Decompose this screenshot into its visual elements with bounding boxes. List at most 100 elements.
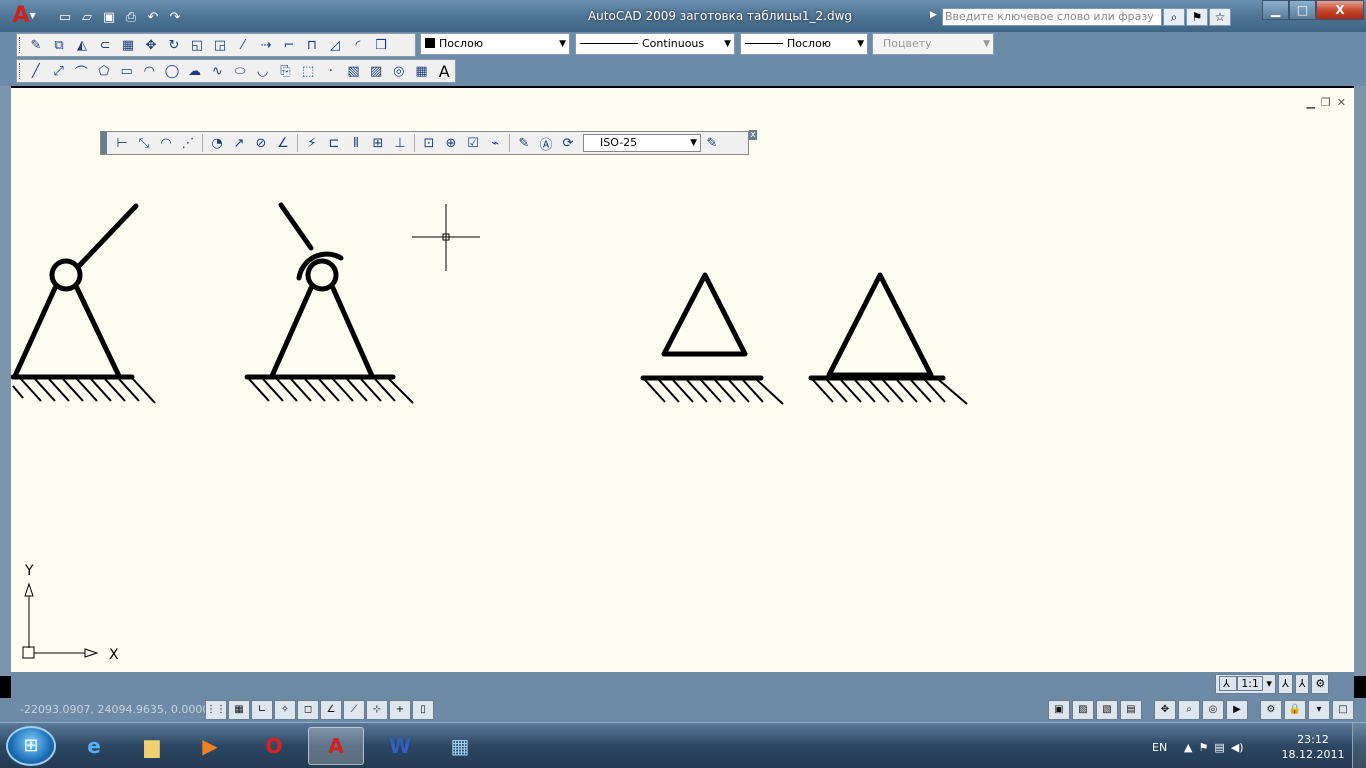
- stretch-icon[interactable]: ◲: [209, 35, 231, 55]
- close-button[interactable]: X: [1316, 0, 1364, 20]
- center-mark-icon[interactable]: ⊕: [440, 133, 462, 153]
- auto-scale-icon[interactable]: ⅄: [1294, 674, 1310, 694]
- layer-color-dropdown[interactable]: Послою ▼: [420, 33, 570, 55]
- xline-icon[interactable]: ⤢: [48, 61, 70, 81]
- explode-icon[interactable]: ❒: [370, 35, 392, 55]
- clean-screen-icon[interactable]: □: [1332, 700, 1354, 720]
- ie-taskbar-button[interactable]: e: [66, 727, 122, 765]
- line-icon[interactable]: ╱: [25, 61, 47, 81]
- clock[interactable]: 23:12 18.12.2011: [1280, 732, 1346, 762]
- inspection-icon[interactable]: ☑: [462, 133, 484, 153]
- continue-dim-icon[interactable]: ⫴: [345, 133, 367, 153]
- language-indicator[interactable]: EN: [1152, 741, 1167, 754]
- search-input[interactable]: Введите ключевое слово или фразу: [942, 8, 1162, 26]
- rectangle-icon[interactable]: ▭: [116, 61, 138, 81]
- baseline-dim-icon[interactable]: ⊏: [323, 133, 345, 153]
- network-icon[interactable]: ▤: [1214, 741, 1224, 754]
- ellipse-arc-icon[interactable]: ◡: [252, 61, 274, 81]
- arc-icon[interactable]: ◠: [138, 61, 160, 81]
- dim-space-icon[interactable]: ⊞: [367, 133, 389, 153]
- print-icon[interactable]: ⎙: [122, 10, 140, 26]
- arc-length-icon[interactable]: ◠: [155, 133, 177, 153]
- lwt-toggle[interactable]: +: [389, 700, 411, 720]
- radius-dim-icon[interactable]: ◔: [206, 133, 228, 153]
- diameter-dim-icon[interactable]: ⊘: [250, 133, 272, 153]
- application-menu-button[interactable]: A▼: [4, 4, 44, 30]
- make-block-icon[interactable]: ⬚: [297, 61, 319, 81]
- aligned-dim-icon[interactable]: ⤡: [133, 133, 155, 153]
- array-icon[interactable]: ▦: [117, 35, 139, 55]
- chamfer-icon[interactable]: ◿: [324, 35, 346, 55]
- show-desktop-button[interactable]: [1352, 723, 1366, 768]
- dim-update-icon[interactable]: ⟳: [557, 133, 579, 153]
- dimstyle-dropdown[interactable]: ISO-25 ▼: [583, 134, 701, 152]
- toolbar-grip[interactable]: [19, 37, 22, 53]
- fillet-icon[interactable]: ◜: [347, 35, 369, 55]
- plot-style-dropdown[interactable]: Поцвету ▼: [872, 33, 994, 55]
- search-icon[interactable]: ⌕: [1163, 8, 1185, 26]
- chevron-down-icon[interactable]: ▼: [857, 34, 864, 54]
- layout1-icon[interactable]: ▨: [1072, 700, 1094, 720]
- break-icon[interactable]: ⌐: [278, 35, 300, 55]
- spline-icon[interactable]: ∿: [207, 61, 229, 81]
- gradient-icon[interactable]: ▨: [365, 61, 387, 81]
- control-panel-taskbar-button[interactable]: ▦: [432, 727, 488, 765]
- otrack-toggle[interactable]: ∠: [320, 700, 342, 720]
- minimize-button[interactable]: ▁: [1262, 0, 1289, 20]
- erase-icon[interactable]: ✎: [25, 35, 47, 55]
- chevron-down-icon[interactable]: ▼: [690, 135, 697, 151]
- show-hidden-icons-icon[interactable]: ▲: [1184, 741, 1192, 754]
- model-icon[interactable]: ▣: [1048, 700, 1070, 720]
- linear-dim-icon[interactable]: ⊢: [111, 133, 133, 153]
- dim-text-edit-icon[interactable]: Ⓐ: [535, 133, 557, 153]
- showmotion-icon[interactable]: ▶: [1226, 700, 1248, 720]
- ortho-toggle[interactable]: ∟: [251, 700, 273, 720]
- extend-icon[interactable]: ⇢: [255, 35, 277, 55]
- communication-center-icon[interactable]: ⚑: [1186, 8, 1208, 26]
- new-icon[interactable]: ▭: [56, 10, 74, 26]
- media-player-taskbar-button[interactable]: ▶: [182, 727, 238, 765]
- word-taskbar-button[interactable]: W: [372, 727, 428, 765]
- insert-block-icon[interactable]: ⎘: [275, 61, 297, 81]
- osnap-toggle[interactable]: ◻: [297, 700, 319, 720]
- scale-icon[interactable]: ◱: [186, 35, 208, 55]
- ordinate-dim-icon[interactable]: ⋰: [177, 133, 199, 153]
- steering-wheel-icon[interactable]: ◎: [1202, 700, 1224, 720]
- jogged-dim-icon[interactable]: ↗: [228, 133, 250, 153]
- coordinates-readout[interactable]: -22093.0907, 24094.9635, 0.0000: [20, 703, 209, 716]
- table-icon[interactable]: ▦: [411, 61, 433, 81]
- dimstyle-manager-icon[interactable]: ✎: [701, 133, 723, 153]
- dim-edit-icon[interactable]: ✎: [513, 133, 535, 153]
- snap-toggle[interactable]: ⋮⋮: [205, 700, 227, 720]
- qp-toggle[interactable]: ▯: [412, 700, 434, 720]
- explorer-taskbar-button[interactable]: ▆: [124, 727, 180, 765]
- lineweight-dropdown[interactable]: Послою ▼: [740, 33, 868, 55]
- autocad-taskbar-button[interactable]: A: [308, 727, 364, 765]
- dyn-toggle[interactable]: ⊹: [366, 700, 388, 720]
- save-icon[interactable]: ▣: [100, 10, 118, 26]
- dim-break-icon[interactable]: ⊥: [389, 133, 411, 153]
- toolbar-lock-icon[interactable]: ⚙: [1311, 674, 1330, 694]
- region-icon[interactable]: ◎: [388, 61, 410, 81]
- angular-dim-icon[interactable]: ∠: [272, 133, 294, 153]
- point-icon[interactable]: ·: [320, 61, 342, 81]
- redo-icon[interactable]: ↷: [166, 10, 184, 26]
- drawing-canvas[interactable]: ▁ ❐ ✕ Y X ⊢ ⤡ ◠ ⋰ ◔ ↗ ⊘ ∠ ⚡ ⊏ ⫴ ⊞ ⊥ ⊡ ⊕ …: [11, 88, 1354, 672]
- undo-icon[interactable]: ↶: [144, 10, 162, 26]
- join-icon[interactable]: ⊓: [301, 35, 323, 55]
- linetype-dropdown[interactable]: Continuous ▼: [575, 33, 735, 55]
- search-expand-icon[interactable]: ▶: [930, 10, 937, 20]
- jogged-linear-icon[interactable]: ⌁: [484, 133, 506, 153]
- revcloud-icon[interactable]: ☁: [184, 61, 206, 81]
- grid-toggle[interactable]: ▦: [228, 700, 250, 720]
- workspace-icon[interactable]: ⚙: [1260, 700, 1282, 720]
- chevron-down-icon[interactable]: ▼: [724, 34, 731, 54]
- circle-icon[interactable]: ◯: [161, 61, 183, 81]
- rotate-icon[interactable]: ↻: [163, 35, 185, 55]
- annotation-scale-button[interactable]: ⅄ 1:1 ▾: [1215, 674, 1276, 694]
- opera-taskbar-button[interactable]: O: [246, 727, 302, 765]
- volume-icon[interactable]: ◀): [1231, 741, 1244, 754]
- open-icon[interactable]: ▱: [78, 10, 96, 26]
- polygon-icon[interactable]: ⬠: [93, 61, 115, 81]
- ducs-toggle[interactable]: ⟋: [343, 700, 365, 720]
